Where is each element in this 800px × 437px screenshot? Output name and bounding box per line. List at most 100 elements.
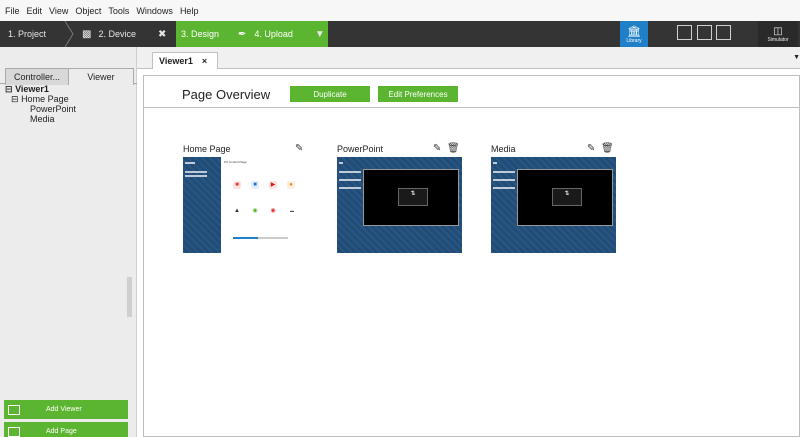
page-card-title: Media [491, 144, 516, 154]
step-project-label: 1. Project [8, 29, 47, 39]
step-design-label: 3. Design [181, 29, 220, 39]
thumb-text [493, 187, 515, 189]
page-thumbnail: PC Control Page ■ ■ ▶ ● ▲ ◉ ◉ ▬ [183, 157, 308, 253]
volume-slider-fill [233, 237, 258, 239]
tree-leaf-powerpoint[interactable]: PowerPoint [5, 104, 76, 114]
main-area: Viewer1 × ▼ Page Overview Duplicate Edit… [137, 47, 800, 437]
close-icon[interactable]: × [202, 56, 207, 66]
presentation-preview: ⇅ [363, 169, 459, 226]
tab-scroll-down-icon[interactable]: ▼ [793, 54, 800, 61]
menu-tools[interactable]: Tools [108, 6, 129, 16]
add-page-label: Add Page [46, 428, 77, 435]
tools-icon: ✖ [158, 28, 167, 40]
left-panel-tabs: Controller... Viewer [0, 62, 137, 85]
pc-control-panel: PC Control Page ■ ■ ▶ ● ▲ ◉ ◉ ▬ [221, 157, 308, 253]
edit-icon[interactable]: ✎ [587, 143, 595, 154]
menu-view[interactable]: View [49, 6, 68, 16]
tree-root-label: Viewer1 [15, 84, 49, 94]
page-card-title: PowerPoint [337, 144, 384, 154]
thumb-logo [493, 162, 497, 164]
document-tabstrip: Viewer1 × ▼ [137, 47, 800, 69]
drive-icon: ▲ [234, 208, 240, 214]
app-icon: ● [287, 181, 295, 189]
left-panel: Controller... Viewer ⊟ Viewer1 ⊟ Home Pa… [0, 47, 137, 437]
collapse-icon[interactable]: ⊟ [11, 94, 19, 104]
chrome-icon: ◉ [252, 208, 258, 214]
collapse-icon[interactable]: ⊟ [5, 84, 13, 94]
add-page-icon [8, 426, 20, 437]
layout-bottom-panel-button[interactable] [697, 25, 712, 40]
tab-viewer1-label: Viewer1 [159, 56, 193, 66]
thumb-text [339, 179, 361, 181]
media-preview: ⇅ [517, 169, 613, 226]
tab-viewer[interactable]: Viewer [68, 68, 134, 85]
edit-preferences-button[interactable]: Edit Preferences [378, 86, 458, 102]
simulator-label: Simulator [767, 37, 789, 43]
menu-edit[interactable]: Edit [27, 6, 43, 16]
add-viewer-label: Add Viewer [46, 406, 82, 413]
page-overview-panel: Page Overview Duplicate Edit Preferences… [143, 75, 800, 437]
page-thumbnail: ⇅ [337, 157, 462, 253]
shutdown-icon: ▬ [290, 208, 294, 213]
layout-right-panel-button[interactable] [716, 25, 731, 40]
page-thumbnail: ⇅ [491, 157, 616, 253]
tree-node-label: Home Page [21, 94, 69, 104]
step-device[interactable]: ▩ 2. Device [72, 21, 152, 47]
thumb-logo [185, 162, 195, 164]
step-device-label: 2. Device [98, 29, 136, 39]
page-title: Page Overview [182, 87, 271, 102]
trash-icon[interactable]: 🗑 [601, 143, 614, 154]
tab-viewer1[interactable]: Viewer1 × [152, 52, 218, 69]
thumb-text [339, 171, 361, 173]
layout-left-panel-button[interactable] [677, 25, 692, 40]
tree-node-home-page[interactable]: ⊟ Home Page [5, 94, 76, 104]
thumb-text [493, 171, 515, 173]
panel-collapse-handle[interactable] [127, 277, 132, 317]
menu-windows[interactable]: Windows [136, 6, 173, 16]
video-icon: ■ [251, 181, 259, 189]
library-label: Library [626, 38, 642, 44]
menu-bar: File Edit View Object Tools Windows Help [0, 0, 800, 21]
thumb-text [185, 175, 207, 177]
step-upload[interactable]: ✒ 4. Upload ▼ [234, 21, 328, 47]
page-card-title: Home Page [183, 144, 231, 154]
menu-file[interactable]: File [5, 6, 20, 16]
edit-icon[interactable]: ✎ [295, 143, 303, 154]
step-design[interactable]: 3. Design [176, 21, 234, 47]
volume-slider [233, 237, 288, 239]
thumb-text [339, 187, 361, 189]
tree-leaf-media[interactable]: Media [5, 114, 76, 124]
menu-help[interactable]: Help [180, 6, 199, 16]
tab-controller[interactable]: Controller... [5, 68, 69, 85]
thumb-logo [339, 162, 343, 164]
viewer-tree: ⊟ Viewer1 ⊟ Home Page PowerPoint Media [5, 84, 76, 124]
menu-object[interactable]: Object [75, 6, 101, 16]
trash-icon[interactable]: 🗑 [447, 143, 460, 154]
app-window: File Edit View Object Tools Windows Help… [0, 0, 800, 437]
overview-header: Page Overview Duplicate Edit Preferences [144, 76, 800, 108]
media-controls: ⇅ [552, 188, 582, 206]
upload-icon: ▼ [314, 28, 325, 40]
thumb-text [493, 179, 515, 181]
add-viewer-button[interactable]: Add Viewer [4, 400, 128, 419]
simulator-icon: ◫ [773, 26, 783, 37]
duplicate-button[interactable]: Duplicate [290, 86, 370, 102]
thumb-text [185, 171, 207, 173]
tree-root[interactable]: ⊟ Viewer1 [5, 84, 76, 94]
simulator-button[interactable]: ◫ Simulator [758, 21, 798, 48]
youtube-icon: ▶ [269, 181, 277, 189]
add-viewer-icon [8, 404, 20, 415]
pc-panel-title: PC Control Page [224, 160, 247, 164]
step-project[interactable]: 1. Project [0, 21, 74, 47]
library-icon: 🏛 [627, 26, 641, 38]
device-icon: ▩ [82, 28, 92, 40]
pencil-icon: ✒ [238, 28, 247, 40]
library-button[interactable]: 🏛 Library [620, 21, 648, 48]
edit-icon[interactable]: ✎ [433, 143, 441, 154]
tools-button[interactable]: ✖ [152, 21, 176, 47]
add-page-button[interactable]: Add Page [4, 422, 128, 437]
step-upload-label: 4. Upload [254, 29, 293, 39]
power-icon: ◉ [270, 208, 276, 214]
slide-controls: ⇅ [398, 188, 428, 206]
powerpoint-icon: ■ [233, 181, 241, 189]
